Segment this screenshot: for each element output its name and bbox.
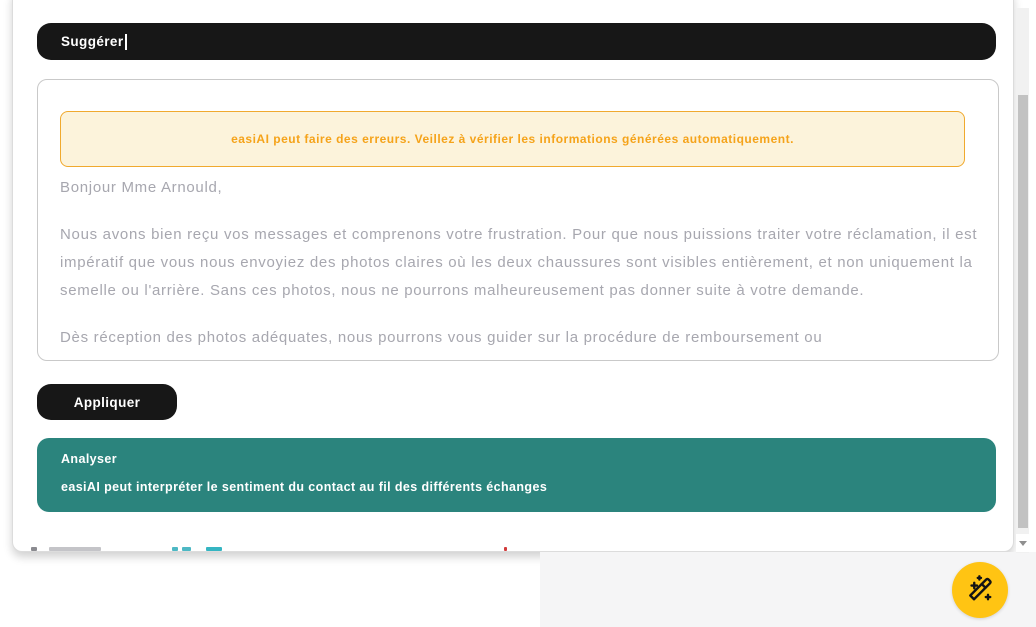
suggest-button-label: Suggérer — [61, 34, 123, 49]
chevron-down-icon — [1019, 541, 1027, 546]
ai-disclaimer-text: easiAI peut faire des erreurs. Veillez à… — [231, 132, 794, 146]
text-caret — [125, 34, 127, 50]
generated-message-body: Bonjour Mme Arnould, Nous avons bien reç… — [60, 174, 985, 361]
easiai-assistant-screen: Suggérer easiAI peut faire des erreurs. … — [0, 0, 1036, 627]
vertical-scrollbar[interactable] — [1016, 8, 1029, 553]
message-paragraph-truncated: Dès réception des photos adéquates, nous… — [60, 324, 985, 352]
apply-button-label: Appliquer — [74, 395, 141, 410]
easiai-suggestion-panel: Suggérer easiAI peut faire des erreurs. … — [12, 0, 1014, 552]
suggest-button[interactable]: Suggérer — [37, 23, 996, 60]
apply-button[interactable]: Appliquer — [37, 384, 177, 420]
analyser-option[interactable]: Analyser easiAI peut interpréter le sent… — [37, 438, 996, 512]
generated-message-card[interactable]: easiAI peut faire des erreurs. Veillez à… — [37, 79, 999, 361]
clipped-content-fragment — [182, 547, 191, 551]
clipped-content-fragment — [504, 547, 507, 551]
analyser-description: easiAI peut interpréter le sentiment du … — [61, 480, 972, 494]
analyser-title: Analyser — [61, 452, 972, 466]
message-greeting: Bonjour Mme Arnould, — [60, 174, 985, 202]
scrollbar-down-button[interactable] — [1016, 534, 1029, 552]
clipped-content-fragment — [49, 547, 101, 551]
scrollbar-thumb[interactable] — [1018, 95, 1028, 528]
message-paragraph: Nous avons bien reçu vos messages et com… — [60, 221, 985, 305]
easiai-fab-button[interactable] — [952, 562, 1008, 618]
magic-wand-icon — [965, 574, 995, 607]
clipped-content-fragment — [206, 547, 222, 551]
ai-disclaimer-banner: easiAI peut faire des erreurs. Veillez à… — [60, 111, 965, 167]
clipped-content-fragment — [31, 547, 37, 551]
clipped-content-fragment — [172, 547, 178, 551]
